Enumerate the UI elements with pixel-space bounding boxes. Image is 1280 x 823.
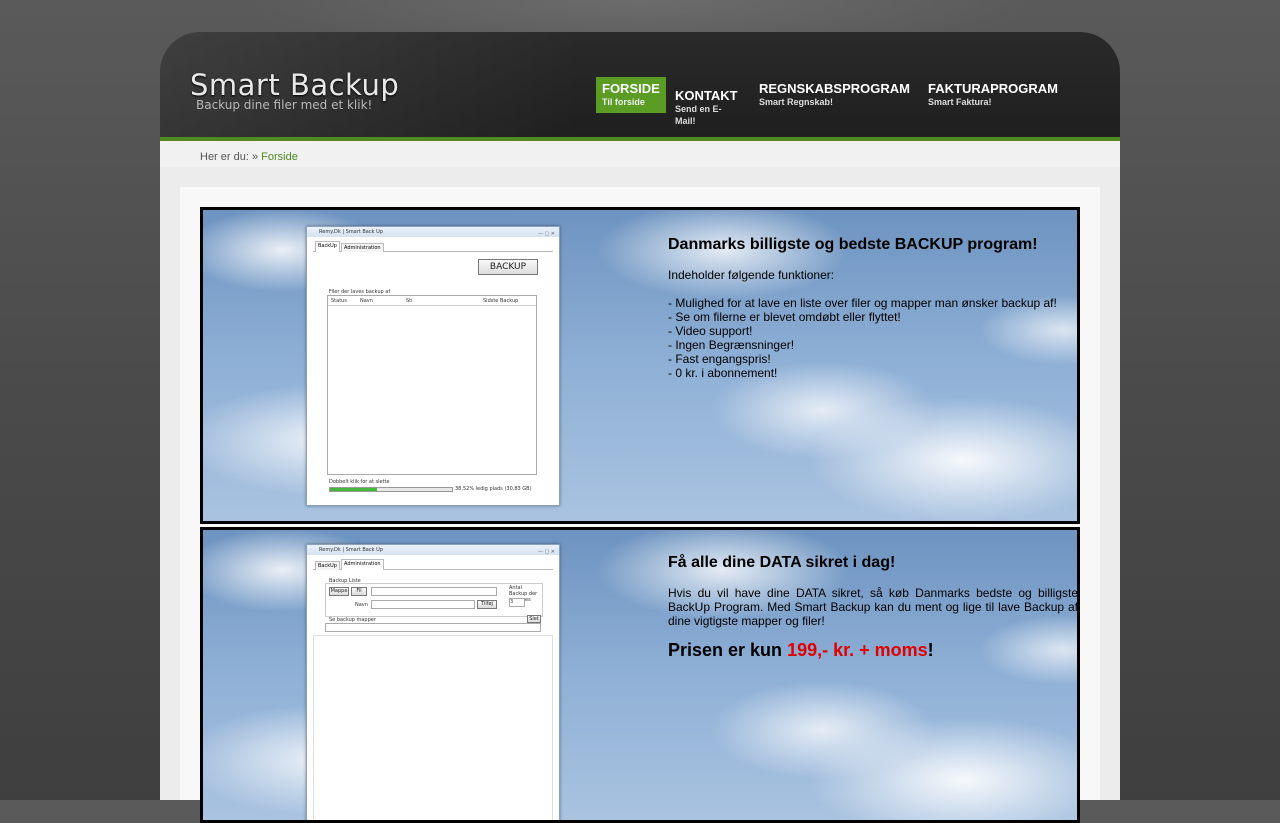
- screenshot-tab-backup: BackUp: [315, 561, 340, 570]
- nav-item-sublabel: Smart Regnskab!: [759, 97, 834, 107]
- promo-paragraph: Hvis du vil have dine DATA sikret, så kø…: [668, 586, 1078, 628]
- price-value: 199,- kr. + moms: [787, 640, 928, 660]
- promo-heading: Få alle dine DATA sikret i dag!: [668, 554, 896, 571]
- feature-heading: Danmarks billigste og bedste BACKUP prog…: [668, 236, 1038, 253]
- screenshot-backup-button: BACKUP: [478, 259, 538, 275]
- screenshot-col-sidste-backup: Sidste Backup: [483, 298, 519, 304]
- screenshot-progress-fill: [330, 488, 377, 491]
- screenshot-navn-label: Navn: [355, 602, 368, 608]
- app-screenshot-administration-tab: Remy.Dk | Smart Back Up — ▢ ✕ BackUp Adm…: [306, 544, 560, 820]
- screenshot-mapper-dropdown: [325, 623, 541, 632]
- screenshot-titlebar: Remy.Dk | Smart Back Up — ▢ ✕: [307, 227, 559, 237]
- feature-item: - Ingen Begrænsninger!: [668, 338, 795, 352]
- nav-item-kontakt[interactable]: KONTAKT Send en E-Mail!: [669, 84, 744, 126]
- site-logo[interactable]: Smart Backup: [190, 68, 399, 102]
- screenshot-hint: Dobbelt klik for at slette: [329, 479, 390, 485]
- nav-item-sublabel: Send en E-Mail!: [675, 104, 722, 126]
- nav-item-label: REGNSKABSPROGRAM: [759, 81, 910, 96]
- feature-item: - Fast engangspris!: [668, 352, 771, 366]
- feature-text: Danmarks billigste og bedste BACKUP prog…: [668, 236, 1077, 380]
- feature-item: - Mulighed for at lave en liste over fil…: [668, 296, 1057, 310]
- screenshot-file-list: Status Navn Sti Sidste Backup: [327, 295, 537, 475]
- price-prefix: Prisen er kun: [668, 640, 788, 660]
- feature-list: - Mulighed for at lave en liste over fil…: [668, 296, 1077, 380]
- feature-intro: Indeholder følgende funktioner:: [668, 268, 835, 282]
- breadcrumb-prefix: Her er du: »: [200, 151, 259, 163]
- screenshot-navn-field: [371, 600, 475, 609]
- feature-item: - Se om filerne er blevet omdøbt eller f…: [668, 310, 901, 324]
- nav-item-fakturaprogram[interactable]: FAKTURAPROGRAM Smart Faktura!: [922, 77, 1064, 113]
- feature-panel-administration: Remy.Dk | Smart Back Up — ▢ ✕ BackUp Adm…: [200, 527, 1080, 823]
- nav-item-label: KONTAKT: [675, 88, 738, 103]
- feature-panel-backup: Remy.Dk | Smart Back Up — ▢ ✕ BackUp Adm…: [200, 207, 1080, 524]
- screenshot-mapper-area: [313, 635, 553, 820]
- screenshot-col-sti: Sti: [406, 298, 413, 304]
- site-wrapper: Smart Backup Backup dine filer med et kl…: [160, 32, 1120, 823]
- screenshot-tab-administration: Administration: [341, 559, 384, 570]
- screenshot-antal-field: 3: [509, 598, 525, 607]
- nav-item-sublabel: Til forside: [602, 97, 645, 107]
- breadcrumb: Her er du: » Forside: [200, 151, 298, 163]
- screenshot-progress-bar: [329, 487, 453, 492]
- price-line: Prisen er kun 199,- kr. + moms!: [668, 640, 1077, 661]
- screenshot-title: Remy.Dk | Smart Back Up: [319, 547, 383, 553]
- screenshot-title: Remy.Dk | Smart Back Up: [319, 229, 383, 235]
- nav-item-label: FORSIDE: [602, 81, 660, 96]
- nav-item-label: FAKTURAPROGRAM: [928, 81, 1058, 96]
- screenshot-col-navn: Navn: [360, 298, 373, 304]
- screenshot-tab-backup: BackUp: [315, 241, 340, 252]
- screenshot-list-header: Status Navn Sti Sidste Backup: [328, 296, 536, 306]
- content-area: Remy.Dk | Smart Back Up — ▢ ✕ BackUp Adm…: [180, 187, 1100, 823]
- site-header: Smart Backup Backup dine filer med et kl…: [160, 32, 1120, 141]
- breadcrumb-link-forside[interactable]: Forside: [261, 151, 298, 163]
- nav-item-forside[interactable]: FORSIDE Til forside: [596, 77, 666, 113]
- screenshot-titlebar: Remy.Dk | Smart Back Up — ▢ ✕: [307, 545, 559, 555]
- nav-item-regnskabsprogram[interactable]: REGNSKABSPROGRAM Smart Regnskab!: [753, 77, 916, 113]
- site-tagline: Backup dine filer med et klik!: [196, 98, 373, 112]
- screenshot-tabs: BackUp Administration: [313, 559, 553, 570]
- nav-item-sublabel: Smart Faktura!: [928, 97, 992, 107]
- screenshot-tilfoj-button: Tilføj: [477, 600, 497, 609]
- screenshot-tabs: BackUp Administration: [313, 241, 553, 252]
- feature-item: - Video support!: [668, 324, 753, 338]
- screenshot-fil-button: Fil: [351, 587, 367, 596]
- screenshot-tab-administration: Administration: [341, 243, 384, 252]
- screenshot-col-status: Status: [331, 298, 347, 304]
- page-body: Remy.Dk | Smart Back Up — ▢ ✕ BackUp Adm…: [160, 167, 1120, 823]
- breadcrumb-bar: Her er du: » Forside: [160, 141, 1120, 167]
- feature-item: - 0 kr. i abonnement!: [668, 366, 778, 380]
- price-suffix: !: [927, 640, 934, 660]
- screenshot-mappe-button: Mappe: [329, 587, 349, 596]
- screenshot-slet-button: Slet: [527, 615, 541, 623]
- promo-text: Få alle dine DATA sikret i dag! Hvis du …: [668, 554, 1078, 661]
- app-screenshot-backup-tab: Remy.Dk | Smart Back Up — ▢ ✕ BackUp Adm…: [306, 226, 560, 506]
- window-controls-icon: — ▢ ✕: [537, 231, 555, 237]
- screenshot-path-field: [371, 587, 497, 596]
- screenshot-free-space: 38,52% ledig plads (30,83 GB): [455, 486, 532, 492]
- window-controls-icon: — ▢ ✕: [537, 549, 555, 555]
